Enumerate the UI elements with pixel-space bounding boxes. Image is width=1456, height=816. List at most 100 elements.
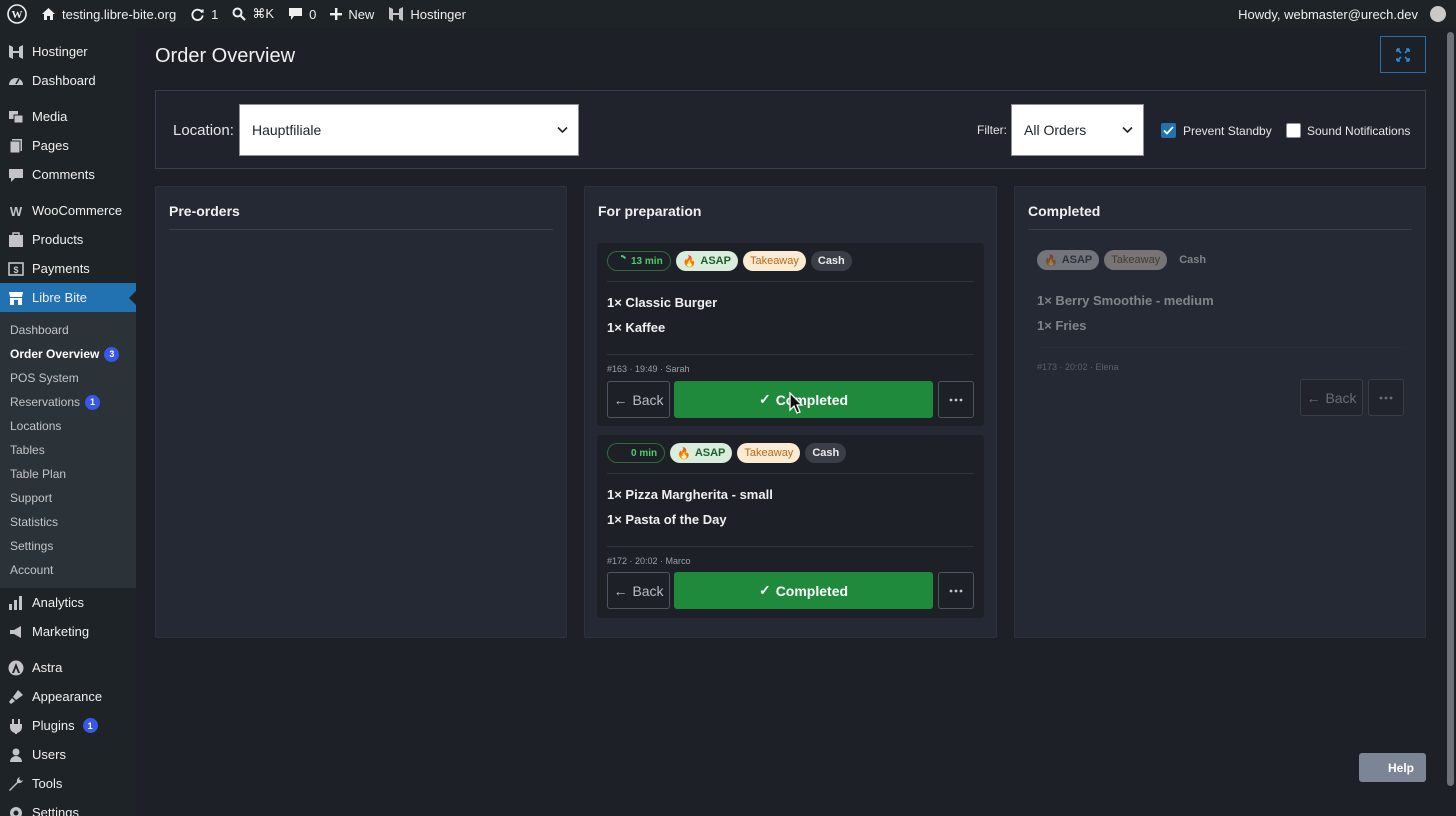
menu-item-libre-bite[interactable]: Libre Bite [0, 283, 136, 312]
submenu-support[interactable]: Support [0, 486, 136, 510]
ellipsis-icon [949, 589, 963, 592]
menu-item-comments[interactable]: Comments [0, 160, 136, 189]
scrollbar-thumb[interactable] [1447, 32, 1454, 786]
sound-notifications-checkbox[interactable] [1286, 123, 1301, 138]
account-menu[interactable]: Howdy, webmaster@urech.dev [1231, 0, 1456, 28]
page-scrollbar[interactable] [1445, 28, 1456, 816]
submenu-statistics[interactable]: Statistics [0, 510, 136, 534]
help-label: Help [1387, 760, 1414, 775]
more-options-button[interactable] [938, 381, 974, 418]
submenu-account[interactable]: Account [0, 558, 136, 582]
asap-text: ASAP [1061, 254, 1093, 266]
menu-item-payments[interactable]: $ Payments [0, 254, 136, 283]
complete-label: Completed [775, 582, 849, 599]
filter-value: All Orders [1024, 122, 1087, 138]
location-select[interactable]: Hauptfiliale [239, 104, 579, 156]
avatar [1430, 6, 1446, 22]
menu-item-appearance[interactable]: Appearance [0, 682, 136, 711]
hostinger-link[interactable]: Hostinger [381, 0, 473, 28]
menu-item-astra[interactable]: Astra [0, 653, 136, 682]
submenu-pos-system[interactable]: POS System [0, 366, 136, 390]
column-title: For preparation [598, 203, 702, 219]
menu-item-users[interactable]: Users [0, 740, 136, 769]
menu-item-label: Plugins [32, 718, 75, 733]
menu-item-marketing[interactable]: Marketing [0, 617, 136, 646]
menu-item-analytics[interactable]: Analytics [0, 588, 136, 617]
menu-item-pages[interactable]: Pages [0, 131, 136, 160]
card-divider [607, 546, 974, 547]
back-button[interactable]: ← Back [607, 572, 670, 609]
comments-link[interactable]: 0 [281, 0, 323, 28]
checkmark-icon: ✓ [758, 582, 771, 598]
filter-bar: Location: Hauptfiliale Filter: All Order… [155, 90, 1426, 169]
analytics-icon [8, 595, 24, 611]
menu-item-label: Comments [32, 167, 95, 182]
menu-item-label: Payments [32, 261, 90, 276]
updates-icon [191, 8, 204, 21]
updates-link[interactable]: 1 [183, 0, 225, 28]
timer-text: 13 min [631, 255, 663, 267]
help-button[interactable]: Help [1359, 753, 1426, 782]
submenu-dashboard[interactable]: Dashboard [0, 318, 136, 342]
prevent-standby-label: Prevent Standby [1183, 124, 1272, 138]
submenu-label: Settings [10, 539, 54, 553]
card-divider [607, 354, 974, 355]
submenu-settings[interactable]: Settings [0, 534, 136, 558]
back-button[interactable]: ← Back [607, 381, 670, 418]
menu-item-label: Libre Bite [32, 290, 87, 305]
menu-item-plugins[interactable]: Plugins 1 [0, 711, 136, 740]
payment-badge: Cash [805, 443, 847, 463]
users-icon [8, 747, 24, 763]
order-tags: 0 min 🔥 ASAP Takeaway Cash [607, 443, 847, 463]
page-title: Order Overview [155, 45, 296, 67]
menu-item-label: Appearance [32, 689, 103, 704]
notification-badge: 1 [85, 394, 101, 410]
prevent-standby-checkbox[interactable] [1161, 123, 1176, 138]
menu-item-tools[interactable]: Tools [0, 769, 136, 798]
completed-column: Completed 🔥 ASAP Takeaway Cash 1× Berry S… [1014, 186, 1426, 638]
asap-badge: 🔥 ASAP [675, 251, 738, 271]
submenu-label: Statistics [10, 515, 59, 529]
search-shortcut: ⌘K [252, 6, 275, 21]
checkmark-icon [1163, 126, 1174, 135]
order-item: 1× Berry Smoothie - medium [1037, 293, 1214, 308]
new-content-link[interactable]: New [323, 0, 381, 28]
svg-text:W: W [12, 9, 23, 21]
search-icon [232, 7, 247, 21]
menu-item-woocommerce[interactable]: W WooCommerce [0, 196, 136, 225]
fullscreen-button[interactable] [1380, 36, 1426, 73]
submenu-tables[interactable]: Tables [0, 438, 136, 462]
submenu-label: Dashboard [10, 323, 69, 337]
plugins-icon [8, 718, 24, 734]
menu-item-hostinger[interactable]: Hostinger [0, 37, 136, 66]
submenu-table-plan[interactable]: Table Plan [0, 462, 136, 486]
menu-item-dashboard[interactable]: Dashboard [0, 66, 136, 95]
submenu-order-overview[interactable]: Order Overview 3 [0, 342, 136, 366]
menu-item-settings[interactable]: Settings [0, 798, 136, 816]
comments-icon [8, 167, 24, 183]
submenu-reservations[interactable]: Reservations 1 [0, 390, 136, 414]
submenu-label: Table Plan [10, 467, 67, 481]
menu-item-label: Pages [32, 138, 69, 153]
more-options-button[interactable] [938, 572, 974, 609]
back-button[interactable]: ← Back [1300, 379, 1363, 416]
appearance-icon [8, 689, 24, 705]
complete-button[interactable]: ✓ Completed [674, 572, 933, 609]
site-name-link[interactable]: testing.libre-bite.org [34, 0, 183, 28]
search-link[interactable]: ⌘K [225, 0, 281, 28]
menu-item-label: Users [32, 747, 66, 762]
location-value: Hauptfiliale [252, 122, 322, 138]
payment-badge: Cash [1179, 254, 1207, 266]
arrow-left-icon: ← [613, 391, 628, 408]
column-divider [169, 229, 553, 230]
menu-item-media[interactable]: Media [0, 102, 136, 131]
payment-badge: Cash [810, 251, 852, 271]
card-divider [607, 281, 974, 282]
updates-count: 1 [211, 6, 219, 22]
checkmark-icon: ✓ [758, 391, 771, 407]
more-options-button[interactable] [1368, 379, 1404, 416]
menu-item-products[interactable]: Products [0, 225, 136, 254]
wordpress-logo-icon[interactable]: W [0, 0, 34, 28]
submenu-locations[interactable]: Locations [0, 414, 136, 438]
filter-select[interactable]: All Orders [1011, 104, 1144, 156]
